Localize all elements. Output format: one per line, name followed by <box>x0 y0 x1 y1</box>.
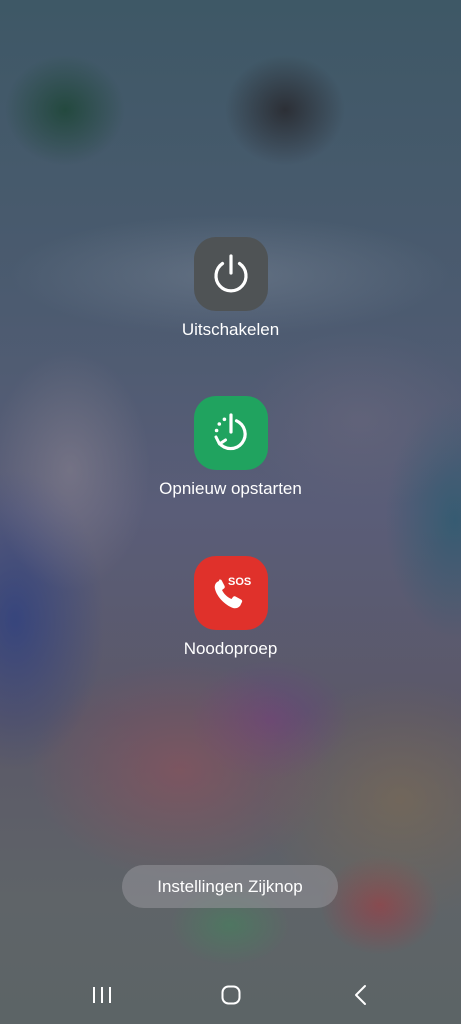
restart-button[interactable] <box>193 396 268 470</box>
sos-phone-icon: SOS <box>214 576 251 609</box>
home-icon <box>221 985 241 1005</box>
restart-icon <box>214 413 247 451</box>
side-key-settings-button[interactable]: Instellingen Zijknop <box>122 865 338 908</box>
restart-action[interactable]: Opnieuw opstarten <box>0 396 461 500</box>
emergency-call-label: Noodoproep <box>183 639 278 658</box>
sos-icon-text: SOS <box>228 576 251 588</box>
back-button[interactable] <box>331 966 391 1024</box>
emergency-call-action[interactable]: SOS Noodoproep <box>0 556 461 660</box>
power-icon <box>213 254 248 293</box>
navigation-bar <box>0 966 461 1024</box>
power-off-button[interactable] <box>193 237 268 311</box>
restart-label: Opnieuw opstarten <box>159 479 302 498</box>
recent-apps-button[interactable] <box>72 966 132 1024</box>
power-off-label: Uitschakelen <box>181 320 280 339</box>
power-off-action[interactable]: Uitschakelen <box>0 237 461 341</box>
back-icon <box>355 985 366 1005</box>
emergency-call-button[interactable]: SOS <box>193 556 268 630</box>
recent-apps-icon <box>93 987 111 1003</box>
home-button[interactable] <box>201 966 261 1024</box>
